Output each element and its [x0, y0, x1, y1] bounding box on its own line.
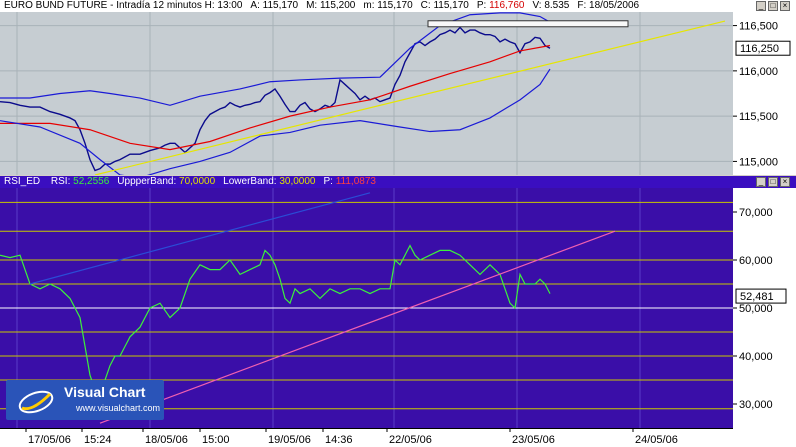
header-field: P: 116,760: [477, 0, 525, 11]
header-field: F: 18/05/2006: [577, 0, 639, 11]
last-price-label: 116,250: [740, 43, 779, 55]
rsi-header-text: RSI_ED RSI: 52,2556 UppperBand: 70,0000 Lo…: [4, 176, 384, 188]
price-tick-label: 116,000: [739, 66, 778, 78]
minimize-button[interactable]: _: [756, 177, 766, 187]
visual-chart-logo: Visual Chart www.visualchart.com: [6, 380, 164, 420]
close-button[interactable]: ×: [780, 1, 790, 11]
header-field: C: 115,170: [421, 0, 469, 11]
header-field-label: UppperBand:: [117, 176, 180, 187]
time-label: 14:36: [325, 434, 353, 446]
time-label: 15:00: [202, 434, 230, 446]
header-field-value: 115,170: [433, 0, 469, 11]
time-label: 24/05/06: [635, 434, 678, 446]
header-field-label: F:: [577, 0, 590, 11]
logo-url: www.visualchart.com: [76, 403, 161, 413]
price-header-text: EURO BUND FUTURE - Intradía 12 minutos H…: [4, 0, 647, 12]
header-field-label: RSI:: [50, 176, 74, 187]
header-field-value: 13:00: [217, 0, 243, 11]
header-field-label: P:: [323, 176, 336, 187]
header-field-label: m:: [363, 0, 378, 11]
header-field: m: 115,170: [363, 0, 412, 11]
price-chart: 116,500 116,000 115,500 115,000 116,250: [0, 12, 796, 175]
header-field: P: 111,0873: [323, 176, 375, 187]
header-field: A: 115,170: [250, 0, 298, 11]
header-field-value: 70,0000: [179, 176, 216, 187]
price-header: EURO BUND FUTURE - Intradía 12 minutos H…: [0, 0, 796, 12]
header-field-value: 18/05/2006: [589, 0, 640, 11]
horizontal-bar: [427, 20, 629, 28]
header-field-value: 116,760: [489, 0, 525, 11]
time-label: 15:24: [84, 434, 112, 446]
header-field-value: 30,0000: [279, 176, 316, 187]
minimize-button[interactable]: _: [756, 1, 766, 11]
price-tick-label: 115,000: [739, 156, 778, 168]
header-field: H: 13:00: [205, 0, 243, 11]
header-field: LowerBand: 30,0000: [223, 176, 315, 187]
rsi-header: RSI_ED RSI: 52,2556 UppperBand: 70,0000 Lo…: [0, 176, 796, 188]
time-label: 22/05/06: [389, 434, 432, 446]
header-field-value: 115,200: [319, 0, 356, 11]
time-label: 17/05/06: [28, 434, 71, 446]
time-axis: 17/05/06 15:24 18/05/06 15:00 19/05/06 14:36 2…: [0, 428, 796, 447]
header-field-value: 115,170: [262, 0, 299, 11]
rsi-tick-label: 30,000: [739, 399, 773, 411]
header-field-label: V:: [532, 0, 545, 11]
header-field: UppperBand: 70,0000: [117, 176, 215, 187]
price-axis-background: [733, 12, 796, 175]
header-field-label: C:: [420, 0, 434, 11]
header-field-value: 52,2556: [73, 176, 110, 187]
chart-title: EURO BUND FUTURE - Intradía 12 minutos: [4, 0, 205, 11]
header-field-label: P:: [476, 0, 490, 11]
time-label: 19/05/06: [268, 434, 311, 446]
close-button[interactable]: ×: [780, 177, 790, 187]
rsi-tick-label: 50,000: [739, 303, 773, 315]
header-field: V: 8.535: [532, 0, 569, 11]
header-field-label: H:: [204, 0, 218, 11]
header-field: RSI_ED: [4, 176, 43, 187]
maximize-button[interactable]: □: [768, 1, 778, 11]
header-field-label: M:: [306, 0, 320, 11]
header-field-value: 8.535: [544, 0, 570, 11]
rsi-tick-label: 40,000: [739, 351, 773, 363]
time-label: 23/05/06: [512, 434, 555, 446]
header-field-label: RSI_ED: [4, 176, 43, 187]
price-tick-label: 115,500: [739, 111, 778, 123]
header-field: M: 115,200: [306, 0, 355, 11]
maximize-button[interactable]: □: [768, 177, 778, 187]
header-field-label: LowerBand:: [223, 176, 280, 187]
rsi-tick-label: 60,000: [739, 255, 773, 267]
rsi-tick-label: 70,000: [739, 207, 773, 219]
header-field-label: A:: [250, 0, 263, 11]
visual-chart-logo-icon: [18, 390, 54, 414]
last-rsi-label: 52,481: [740, 291, 774, 303]
price-tick-label: 116,500: [739, 21, 778, 33]
header-field-value: 111,0873: [335, 176, 376, 187]
time-label: 18/05/06: [145, 434, 188, 446]
header-field: RSI: 52,2556: [51, 176, 109, 187]
chart-window: EURO BUND FUTURE - Intradía 12 minutos H…: [0, 0, 796, 447]
header-field-value: 115,170: [377, 0, 413, 11]
logo-title: Visual Chart: [64, 384, 146, 400]
